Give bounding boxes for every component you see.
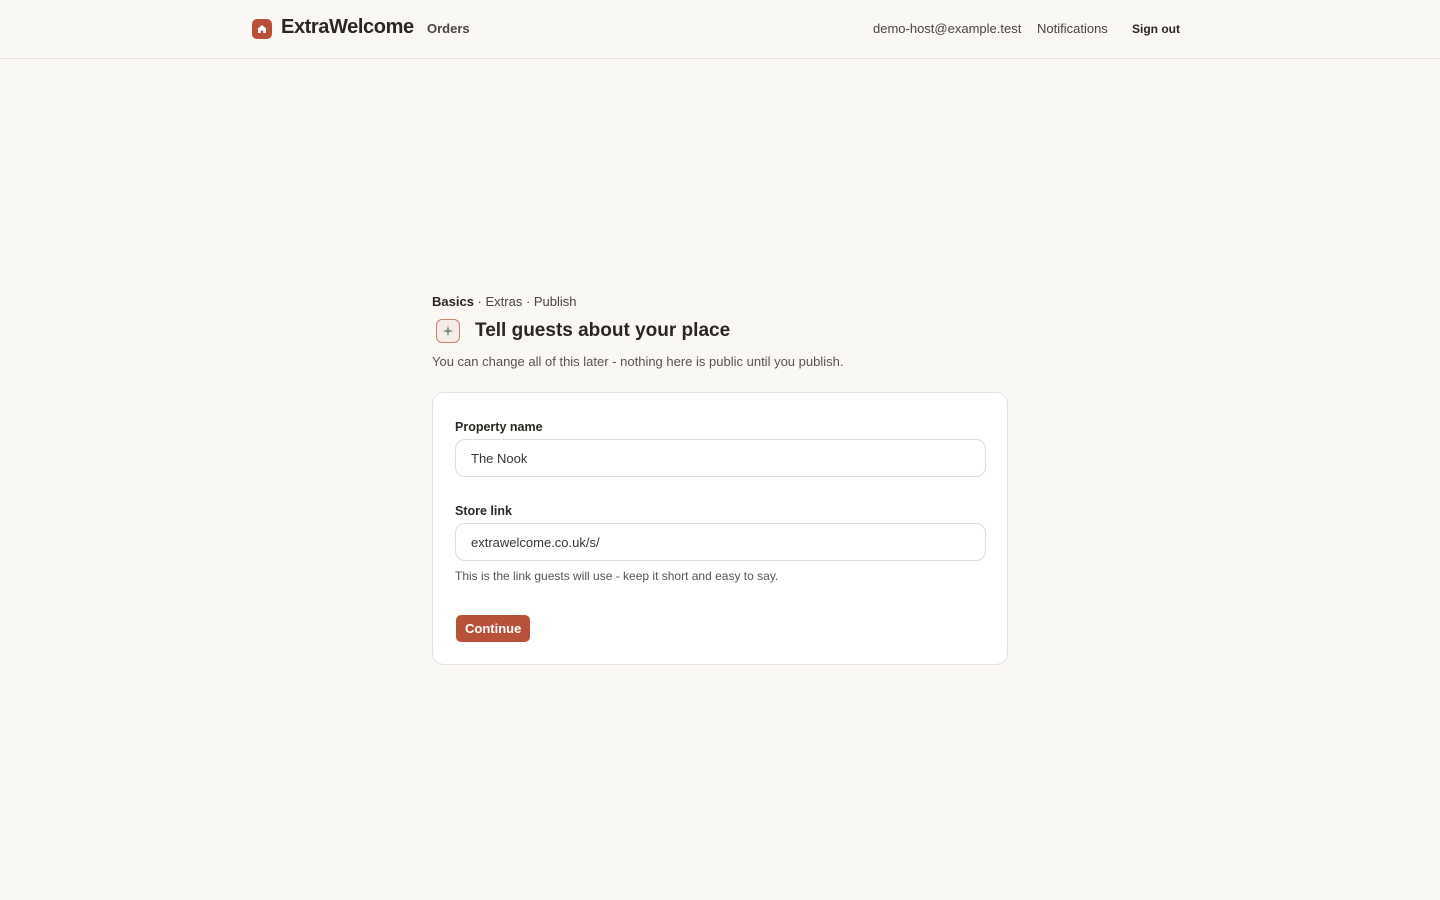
store-link-hint: This is the link guests will use - keep …	[455, 569, 779, 583]
step-basics: Basics	[432, 294, 474, 309]
user-email: demo-host@example.test	[873, 21, 1022, 36]
nav-link-orders[interactable]: Orders	[427, 21, 470, 36]
store-link-label: Store link	[455, 504, 512, 518]
house-icon	[258, 25, 266, 33]
property-name-label: Property name	[455, 420, 543, 434]
continue-button[interactable]: Continue	[456, 615, 531, 642]
page-subtitle: You can change all of this later - nothi…	[432, 354, 844, 369]
top-bar: ExtraWelcome Orders demo-host@example.te…	[0, 0, 1440, 59]
sign-out-button[interactable]: Sign out	[1126, 17, 1186, 41]
brand-name[interactable]: ExtraWelcome	[281, 16, 414, 39]
step-separator: ·	[522, 294, 534, 309]
step-separator: ·	[473, 294, 486, 309]
property-name-input[interactable]	[455, 439, 986, 477]
sparkle-icon	[436, 319, 460, 343]
step-extras: Extras	[485, 294, 523, 309]
brand-logo-icon[interactable]	[252, 19, 272, 39]
step-indicator: Basics · Extras · Publish	[432, 294, 577, 309]
page-title: Tell guests about your place	[475, 320, 731, 341]
basics-form-card: Property name Store link This is the lin…	[432, 392, 1008, 665]
nav-link-notifications[interactable]: Notifications	[1037, 21, 1108, 36]
step-publish: Publish	[533, 294, 577, 309]
store-link-input[interactable]	[455, 523, 986, 561]
